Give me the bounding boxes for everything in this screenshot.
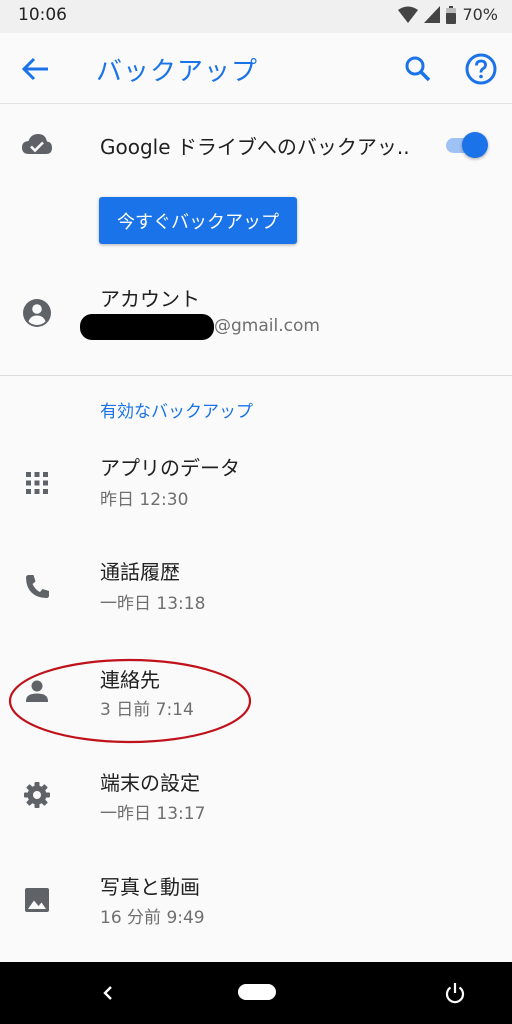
backup-title: 写真と動画 [100,875,200,899]
nav-back-icon[interactable] [94,981,122,1005]
backup-row-call-history[interactable]: 通話履歴 一昨日 13:18 [0,534,512,638]
backup-time: 昨日 12:30 [100,490,189,510]
navigation-bar [0,962,512,1024]
search-icon[interactable] [402,53,434,85]
backup-title: アプリのデータ [100,456,240,480]
signal-icon [424,6,441,23]
status-time: 10:06 [18,5,67,25]
cloud-done-icon [22,134,52,154]
account-email-domain: @gmail.com [214,316,320,336]
power-icon[interactable] [442,980,468,1006]
person-icon [26,680,48,702]
image-icon [25,888,49,912]
backup-time: 3 日前 7:14 [100,700,194,720]
wifi-icon [398,6,419,23]
redacted-email-mark [80,314,214,340]
backup-time: 一昨日 13:17 [100,804,206,824]
phone-icon [26,575,49,598]
backup-title: 連絡先 [100,668,160,692]
backup-time: 一昨日 13:18 [100,594,206,614]
toggle-knob [462,132,488,158]
backup-title: 通話履歴 [100,560,180,584]
backup-row-contacts[interactable]: 連絡先 3 日前 7:14 [0,638,512,742]
drive-backup-label: Google ドライブへのバックアッ.. [100,135,410,159]
back-arrow-icon[interactable] [20,55,52,83]
battery-percentage: 70% [462,5,498,24]
gear-icon [24,782,50,808]
backup-row-device-settings[interactable]: 端末の設定 一昨日 13:17 [0,742,512,846]
divider [0,375,512,376]
section-header: 有効なバックアップ [100,402,253,422]
help-icon[interactable] [464,52,498,86]
app-bar: バックアップ [0,33,512,104]
account-title: アカウント [100,287,200,311]
nav-home-button[interactable] [238,984,276,1000]
status-icons: 70% [398,5,498,24]
apps-grid-icon [26,472,48,494]
backup-now-button[interactable]: 今すぐバックアップ [99,197,297,244]
drive-backup-toggle[interactable] [442,130,488,160]
page-title: バックアップ [96,57,259,87]
battery-icon [446,5,457,24]
backup-title: 端末の設定 [100,771,200,795]
status-bar: 10:06 70% [0,0,512,33]
backup-row-photos-videos[interactable]: 写真と動画 16 分前 9:49 [0,846,512,950]
backup-time: 16 分前 9:49 [100,908,205,928]
account-circle-icon [23,299,51,327]
backup-row-app-data[interactable]: アプリのデータ 昨日 12:30 [0,430,512,534]
